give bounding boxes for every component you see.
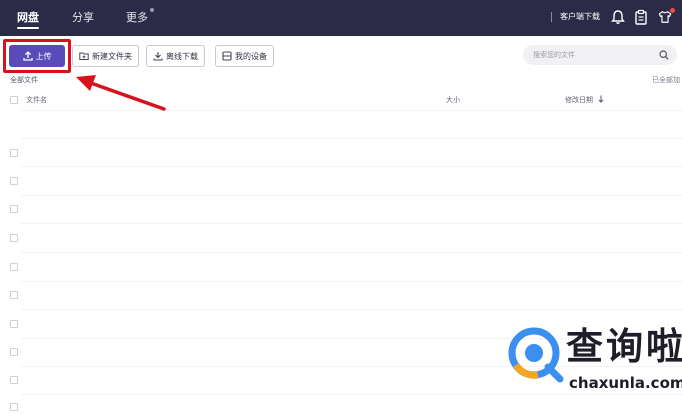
top-nav-bar: 网盘 分享 更多 客户端下载 [0,0,682,36]
row-checkbox[interactable] [10,403,18,411]
client-download-link[interactable]: 客户端下载 [560,11,600,22]
row-checkbox[interactable] [10,149,18,157]
row-checkbox[interactable] [10,376,18,384]
row-divider [20,195,682,196]
row-checkbox[interactable] [10,234,18,242]
arrow-down-icon[interactable] [598,95,604,103]
row-divider [20,138,682,139]
row-checkbox[interactable] [10,205,18,213]
row-divider [20,281,682,282]
offline-download-button-label: 离线下载 [166,51,198,61]
upload-button[interactable]: 上传 [9,45,65,67]
watermark-brand: 查询啦 [566,325,682,368]
row-checkbox[interactable] [10,177,18,185]
row-divider [20,166,682,167]
shirt-badge-dot [670,8,675,13]
row-divider [20,223,682,224]
watermark-logo-icon [508,327,564,383]
topbar-separator [551,12,552,22]
row-checkbox[interactable] [10,263,18,271]
row-divider [20,394,682,395]
upload-icon [22,51,33,61]
upload-button-label: 上传 [35,51,52,61]
row-divider [20,309,682,310]
my-devices-button-label: 我的设备 [235,51,267,61]
column-header-filename[interactable]: 文件名 [26,95,47,105]
bell-icon[interactable] [611,9,625,25]
active-tab-underline [17,27,39,29]
row-checkbox[interactable] [10,291,18,299]
watermark-url: chaxunla.com [569,374,682,392]
column-header-size[interactable]: 大小 [446,95,460,105]
annotation-arrow-icon [76,75,166,111]
tab-share[interactable]: 分享 [72,9,94,25]
more-notification-dot [150,8,154,12]
device-icon [222,51,232,61]
column-header-modified[interactable]: 修改日期 [565,95,593,105]
breadcrumb[interactable]: 全部文件 [10,75,38,85]
search-icon[interactable] [659,50,669,60]
search-input[interactable] [523,45,677,65]
loaded-status-text: 已全部加 [652,76,680,84]
row-checkbox[interactable] [10,348,18,356]
row-checkbox[interactable] [10,320,18,328]
clipboard-icon[interactable] [634,9,648,25]
tab-netdisk[interactable]: 网盘 [17,9,39,25]
row-divider [20,252,682,253]
my-devices-button[interactable]: 我的设备 [215,45,274,67]
select-all-checkbox[interactable] [10,96,18,104]
tab-more[interactable]: 更多 [126,9,148,25]
